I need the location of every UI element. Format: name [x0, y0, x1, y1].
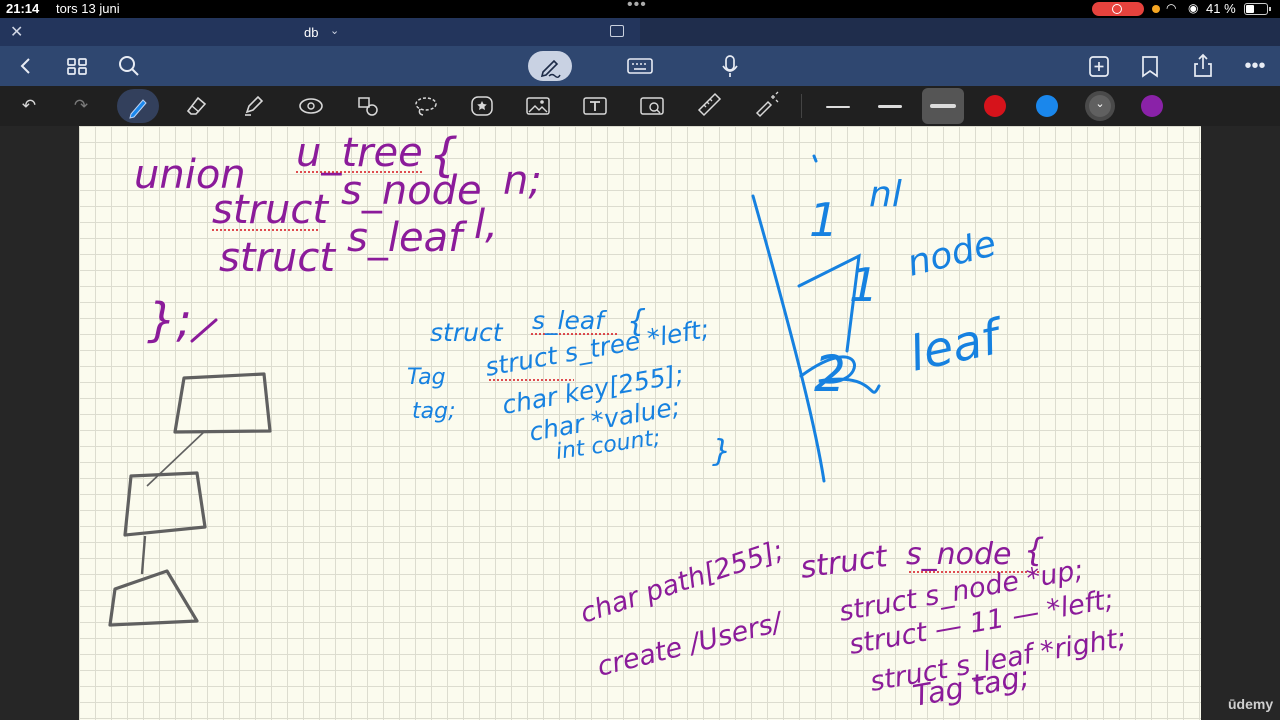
elements-icon[interactable] — [351, 86, 385, 126]
scan-icon[interactable] — [635, 86, 669, 126]
bookmark-icon[interactable] — [1138, 46, 1162, 86]
mic-indicator-icon — [1152, 5, 1160, 13]
add-page-icon[interactable] — [1086, 46, 1112, 86]
lasso-icon[interactable] — [408, 86, 442, 126]
note-union-sleaf: s_leaf — [347, 215, 468, 261]
chevron-down-icon[interactable]: ⌄ — [330, 24, 339, 37]
multitasking-dots-icon[interactable]: ••• — [627, 0, 647, 14]
pen-scribble-icon[interactable] — [528, 51, 572, 81]
note-word-1: nl — [869, 174, 902, 215]
wifi-icon: ◠ — [1166, 1, 1177, 15]
stroke-medium-option[interactable] — [870, 86, 910, 126]
stroke-thick-option[interactable] — [922, 88, 964, 124]
note-depth-2: 1 — [849, 258, 878, 312]
note-union-l: l, — [474, 202, 498, 248]
note-leaf-tag-label: Tag — [407, 365, 446, 390]
note-union-snode: s_node — [341, 168, 482, 214]
note-node-create: create /Users/ — [594, 606, 787, 682]
grid-icon[interactable] — [64, 46, 90, 86]
note-word-2: node — [903, 223, 1000, 285]
eraser-icon[interactable] — [179, 86, 213, 126]
note-node-struct: struct — [798, 539, 890, 586]
stroke-thin-option[interactable] — [818, 86, 858, 126]
note-leaf-name: s_leaf — [532, 306, 607, 335]
battery-icon — [1244, 3, 1271, 15]
text-icon[interactable] — [578, 86, 612, 126]
microphone-icon[interactable] — [718, 46, 742, 86]
chevron-left-icon[interactable] — [14, 46, 38, 86]
color-blue-swatch[interactable] — [1036, 95, 1058, 117]
toolbar-separator — [801, 94, 802, 118]
ruler-icon[interactable] — [692, 86, 726, 126]
highlighter-icon[interactable] — [236, 86, 270, 126]
status-date: tors 13 juni — [56, 1, 120, 16]
note-union-close: }; — [147, 293, 192, 347]
undo-icon[interactable]: ↶ — [12, 86, 46, 126]
note-page-canvas[interactable]: union u_tree { struct s_node n; struct s… — [79, 126, 1201, 720]
linked-boxes-sketch — [108, 372, 272, 627]
udemy-watermark: ūdemy — [1228, 696, 1274, 712]
document-title[interactable]: db — [304, 25, 318, 40]
drawing-toolbar: ↶ ↷ ⌄ — [0, 86, 1280, 126]
tab-bar-empty — [640, 18, 1280, 46]
color-purple-swatch[interactable] — [1141, 95, 1163, 117]
note-depth-1: 1 — [809, 193, 838, 247]
note-leaf-tag-field: tag; — [412, 399, 455, 424]
navigation-bar: ••• — [0, 46, 1280, 86]
image-icon[interactable] — [521, 86, 555, 126]
battery-percent: 41 % — [1206, 1, 1236, 16]
chevron-down-icon: ⌄ — [1095, 98, 1105, 110]
search-icon[interactable] — [116, 46, 142, 86]
note-word-3: leaf — [905, 308, 1010, 383]
status-bar: 21:14 tors 13 juni ••• ◠ ◉ 41 % — [0, 0, 1280, 18]
keyboard-icon[interactable] — [626, 46, 654, 86]
color-red-swatch[interactable] — [984, 95, 1006, 117]
document-tab-bar: ✕ db ⌄ — [0, 18, 640, 46]
share-icon[interactable] — [1190, 46, 1216, 86]
handwriting-layer: union u_tree { struct s_node n; struct s… — [108, 128, 1129, 713]
note-leaf-struct: struct — [430, 318, 504, 347]
note-node-name: s_node — [906, 537, 1012, 572]
note-union-semicolon-stroke — [190, 318, 218, 343]
close-icon[interactable]: ✕ — [10, 22, 23, 42]
shapes-icon[interactable] — [294, 86, 328, 126]
note-union-struct2: struct — [219, 235, 336, 281]
redo-icon[interactable]: ↷ — [64, 86, 98, 126]
sticker-icon[interactable] — [465, 86, 499, 126]
color-gray-swatch[interactable]: ⌄ — [1089, 95, 1111, 117]
more-icon[interactable]: ••• — [1242, 46, 1268, 86]
note-leaf-close: } — [712, 434, 731, 469]
note-union-struct1: struct — [212, 187, 329, 233]
screen-recording-icon — [1092, 2, 1144, 16]
rotation-lock-icon: ◉ — [1188, 1, 1199, 15]
note-depth-3: 2 — [814, 345, 846, 403]
laser-pointer-icon[interactable] — [749, 86, 783, 126]
note-union-n: n; — [503, 158, 542, 204]
split-view-icon[interactable] — [610, 25, 624, 37]
pen-icon[interactable] — [117, 89, 159, 123]
battery-fill — [1246, 5, 1254, 13]
status-time: 21:14 — [6, 1, 40, 16]
